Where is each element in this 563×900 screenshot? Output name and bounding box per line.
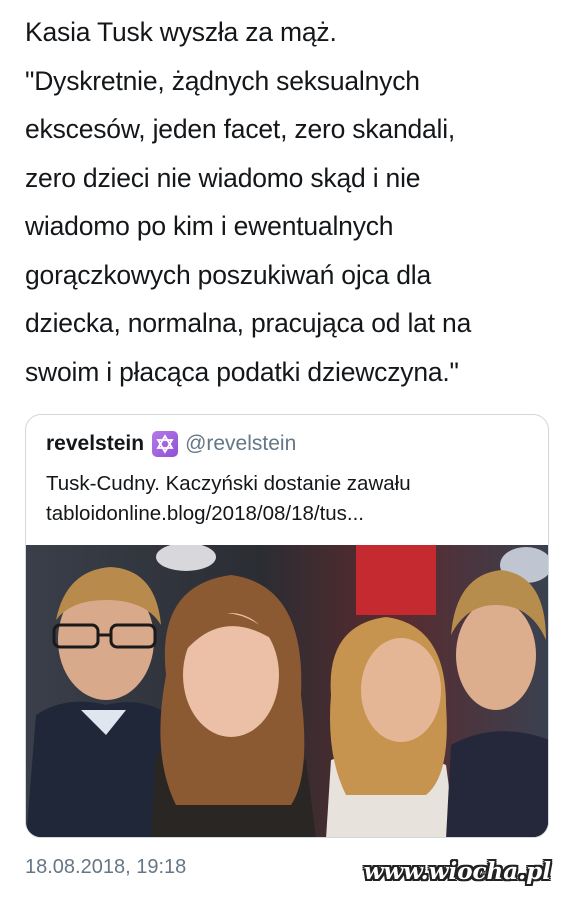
tweet-text-line: "Dyskretnie, żądnych seksualnych <box>25 65 420 96</box>
site-watermark: www.wiocha.pl <box>363 858 551 885</box>
quoted-author-name[interactable]: revelstein <box>46 432 144 456</box>
tweet-text-line: ekscesów, jeden facet, zero skandali, <box>25 114 456 144</box>
quoted-tweet-text: Tusk-Cudny. Kaczyński dostanie zawału ta… <box>46 469 536 529</box>
quoted-link[interactable]: tabloidonline.blog/2018/08/18/tus... <box>46 499 536 529</box>
tweet-timestamp[interactable]: 18.08.2018, 19:18 <box>25 856 186 879</box>
tweet-text-line: zero dzieci nie wiadomo skąd i nie <box>25 162 421 193</box>
tweet-text-line: dziecka, normalna, pracująca od lat na <box>25 308 472 338</box>
quoted-tweet-card[interactable]: revelstein @revelstein Tusk-Cudny. Kaczy… <box>25 414 549 838</box>
quoted-author-handle[interactable]: @revelstein <box>185 432 296 456</box>
quoted-tweet-header: revelstein @revelstein <box>46 429 296 459</box>
tweet-text-line: gorączkowych poszukiwań ojca dla <box>25 259 432 290</box>
tweet-text-line: wiadomo po kim i ewentualnych <box>25 211 394 241</box>
quoted-photo[interactable] <box>26 545 548 837</box>
tweet-text-line: swoim i płacąca podatki dziewczyna." <box>25 356 459 387</box>
quoted-text-line: Tusk-Cudny. Kaczyński dostanie zawału <box>46 472 411 495</box>
star-of-david-icon <box>152 431 179 457</box>
tweet-text: Kasia Tusk wyszła za mąż. "Dyskretnie, ż… <box>25 8 555 396</box>
tweet-text-line: Kasia Tusk wyszła za mąż. <box>25 17 337 47</box>
people-photo-illustration <box>26 545 548 837</box>
